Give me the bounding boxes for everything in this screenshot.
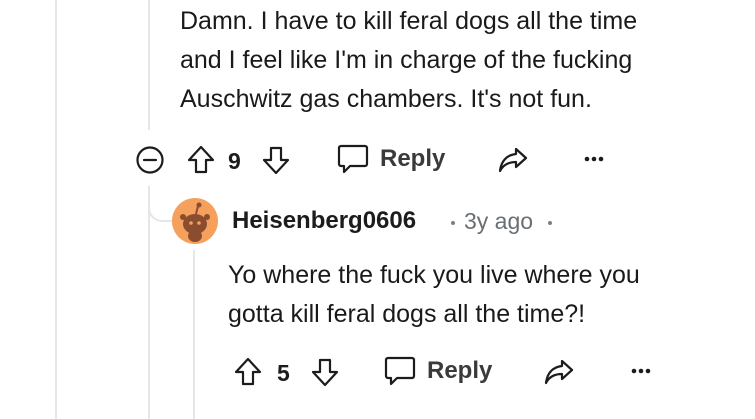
vote-count: 9: [228, 148, 241, 174]
avatar[interactable]: [171, 197, 219, 250]
share-icon: [544, 359, 574, 385]
thread-line-parent: [148, 0, 150, 130]
more-options-button[interactable]: [584, 155, 604, 163]
reply-bubble-icon: [384, 356, 416, 386]
upvote-icon: [234, 357, 262, 386]
separator-dot: [451, 221, 455, 225]
share-button[interactable]: [497, 146, 529, 174]
upvote-button[interactable]: [186, 144, 216, 176]
body-line: and I feel like I'm in charge of the fuc…: [180, 46, 633, 74]
body-line: Auschwitz gas chambers. It's not fun.: [180, 85, 592, 113]
separator-dot: [548, 221, 552, 225]
downvote-icon: [311, 358, 339, 387]
thread-line-outer: [55, 0, 57, 419]
downvote-icon: [262, 146, 290, 175]
share-button[interactable]: [543, 358, 575, 386]
comment-age: 3y ago: [464, 208, 534, 234]
more-options-button[interactable]: [631, 367, 651, 375]
body-line: Yo where the fuck you live where you: [228, 261, 640, 289]
body-line: Damn. I have to kill feral dogs all the …: [180, 7, 638, 35]
collapse-icon: [136, 146, 164, 174]
more-icon: [631, 368, 651, 374]
reply-label: Reply: [380, 145, 446, 172]
thread-branch-curve: [148, 186, 172, 222]
collapse-button[interactable]: [135, 145, 165, 175]
share-icon: [498, 147, 528, 173]
upvote-button[interactable]: [233, 356, 263, 388]
downvote-button[interactable]: [310, 356, 340, 388]
body-line: gotta kill feral dogs all the time?!: [228, 300, 586, 328]
reply-comment-body: Yo where the fuck you live where you got…: [228, 256, 640, 334]
downvote-button[interactable]: [261, 144, 291, 176]
reply-bubble-icon: [337, 144, 369, 174]
vote-count: 5: [277, 360, 290, 386]
more-icon: [584, 156, 604, 162]
author-name[interactable]: Heisenberg0606: [232, 207, 416, 235]
parent-comment-body: Damn. I have to kill feral dogs all the …: [180, 2, 637, 119]
thread-line-parent-lower: [148, 186, 150, 419]
reply-button[interactable]: Reply: [336, 143, 445, 175]
reply-label: Reply: [427, 357, 493, 384]
upvote-icon: [187, 145, 215, 174]
reply-button[interactable]: Reply: [383, 355, 492, 387]
thread-line-reply: [193, 250, 195, 419]
